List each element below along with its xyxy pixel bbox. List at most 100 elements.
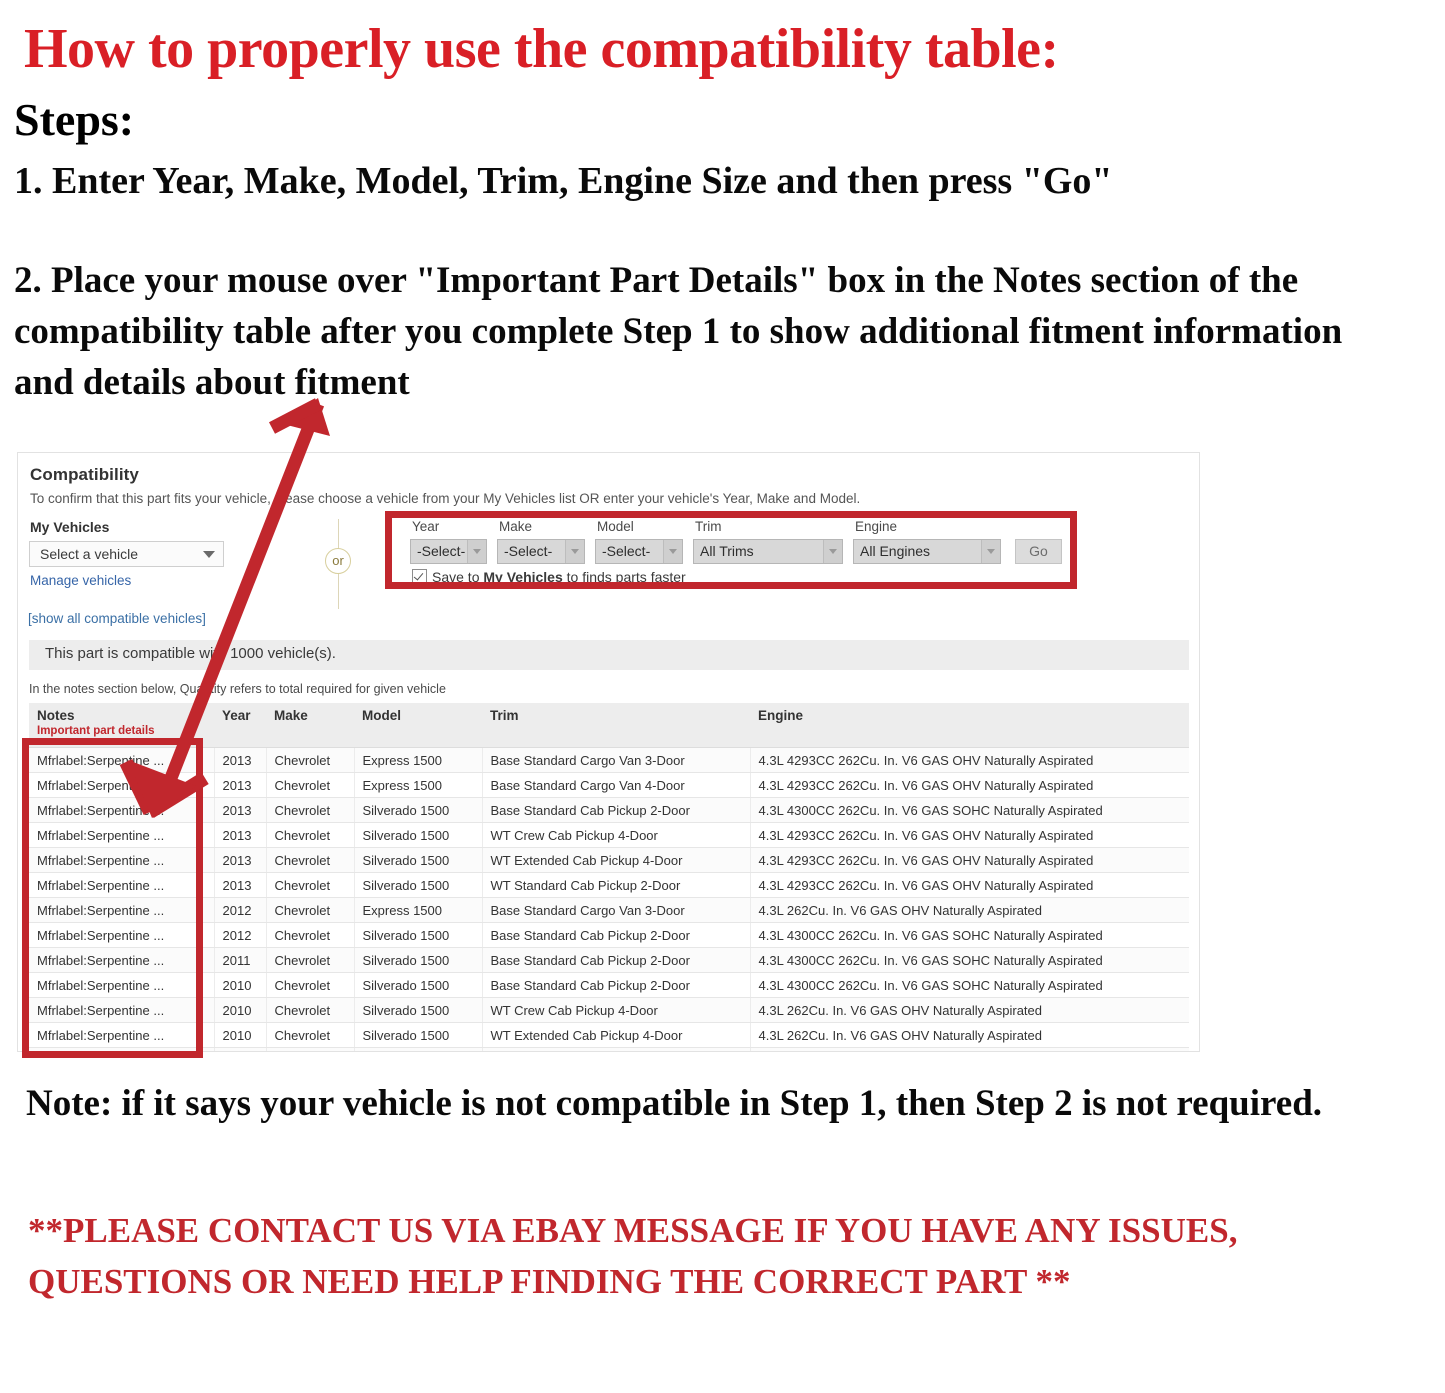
cell-model: Express 1500 bbox=[354, 747, 483, 773]
column-header-label: Notes bbox=[37, 708, 75, 723]
finder-select-year[interactable]: -Select- bbox=[410, 539, 487, 564]
cell-trim: Base Standard Cab Pickup 2-Door bbox=[482, 947, 751, 973]
chevron-down-icon bbox=[467, 540, 486, 563]
table-column-header-notes: Notes Important part details bbox=[29, 703, 214, 748]
cell-model: Silverado 1500 bbox=[354, 847, 483, 873]
cell-engine: 4.3L 4300CC 262Cu. In. V6 GAS SOHC Natur… bbox=[750, 922, 1189, 948]
cell-notes[interactable]: Mfrlabel:Serpentine ... bbox=[29, 1022, 215, 1048]
or-divider: or bbox=[321, 519, 357, 609]
finder-select-value-trim: All Trims bbox=[700, 543, 754, 559]
cell-year: 2013 bbox=[214, 747, 267, 773]
cell-notes[interactable]: Mfrlabel:Serpentine ... bbox=[29, 872, 215, 898]
cell-notes[interactable]: Mfrlabel:Serpentine ... bbox=[29, 822, 215, 848]
table-column-header-trim: Trim bbox=[482, 703, 750, 748]
manage-vehicles-link[interactable]: Manage vehicles bbox=[30, 573, 131, 588]
cell-year: 2012 bbox=[214, 922, 267, 948]
cell-engine: 4.3L 4293CC 262Cu. In. V6 GAS OHV Natura… bbox=[750, 872, 1189, 898]
table-bottom-mask bbox=[0, 1058, 1445, 1078]
column-header-label: Trim bbox=[490, 708, 519, 723]
vehicle-select[interactable]: Select a vehicle bbox=[29, 541, 224, 567]
go-button[interactable]: Go bbox=[1015, 539, 1062, 564]
cell-model: Silverado 1500 bbox=[354, 997, 483, 1023]
column-header-label: Make bbox=[274, 708, 308, 723]
finder-select-value-make: -Select- bbox=[504, 543, 553, 559]
table-header-row: Notes Important part details Year Make Model… bbox=[29, 703, 1189, 748]
column-header-label: Year bbox=[222, 708, 251, 723]
cell-year: 2013 bbox=[214, 797, 267, 823]
table-row: Mfrlabel:Serpentine ... 2012 Chevrolet Expr… bbox=[29, 897, 1189, 923]
finder-label-year: Year bbox=[412, 519, 440, 534]
step-one-text: 1. Enter Year, Make, Model, Trim, Engine… bbox=[14, 160, 1113, 202]
cell-notes[interactable]: Mfrlabel:Serpentine ... bbox=[29, 897, 215, 923]
save-to-my-vehicles-row[interactable]: Save to My Vehicles to finds parts faste… bbox=[412, 569, 686, 585]
cell-notes[interactable]: Mfrlabel:Serpentine ... bbox=[29, 1047, 215, 1051]
cell-engine: 4.3L 4293CC 262Cu. In. V6 GAS OHV Natura… bbox=[750, 847, 1189, 873]
cell-year: 2010 bbox=[214, 997, 267, 1023]
table-row: Mfrlabel:Serpentine ... 2013 Chevrolet Silv… bbox=[29, 822, 1189, 848]
cell-model: Silverado 1500 bbox=[354, 947, 483, 973]
cell-engine: 4.3L 262Cu. In. V6 GAS OHV Naturally Asp… bbox=[750, 1022, 1189, 1048]
finder-select-make[interactable]: -Select- bbox=[497, 539, 585, 564]
table-header: Notes Important part details Year Make Model… bbox=[29, 703, 1189, 748]
chevron-down-icon bbox=[823, 540, 842, 563]
cell-year: 2013 bbox=[214, 822, 267, 848]
table-row: Mfrlabel:Serpentine ...2010ChevroletSilv… bbox=[29, 997, 1189, 1023]
finder-select-engine[interactable]: All Engines bbox=[853, 539, 1001, 564]
chevron-down-icon bbox=[203, 551, 215, 558]
cell-model: Express 1500 bbox=[354, 897, 483, 923]
cell-notes[interactable]: Mfrlabel:Serpentine ... bbox=[29, 972, 215, 998]
compatibility-subtitle: To confirm that this part fits your vehi… bbox=[30, 491, 861, 506]
cell-make: Chevrolet bbox=[266, 847, 355, 873]
cell-model: Silverado 1500 bbox=[354, 1047, 483, 1051]
chevron-down-icon bbox=[565, 540, 584, 563]
cell-year: 2013 bbox=[214, 847, 267, 873]
cell-notes[interactable]: Mfrlabel:Serpentine ... bbox=[29, 947, 215, 973]
cell-engine: 4.3L 262Cu. In. V6 GAS OHV Naturally Asp… bbox=[750, 897, 1189, 923]
cell-trim: Base Standard Cargo Van 4-Door bbox=[482, 772, 751, 798]
cell-model: Silverado 1500 bbox=[354, 972, 483, 998]
finder-select-trim[interactable]: All Trims bbox=[693, 539, 843, 564]
column-header-label: Engine bbox=[758, 708, 804, 723]
cell-trim: Base Standard Cargo Van 3-Door bbox=[482, 897, 751, 923]
cell-engine: 4.3L 262Cu. In. V6 GAS OHV Naturally Asp… bbox=[750, 997, 1189, 1023]
cell-notes[interactable]: Mfrlabel:Serpentine ... bbox=[29, 797, 215, 823]
cell-year: 2012 bbox=[214, 897, 267, 923]
cell-trim: Base Standard Cab Pickup 2-Door bbox=[482, 922, 751, 948]
cell-notes[interactable]: Mfrlabel:Serpentine ... bbox=[29, 747, 215, 773]
page-title: How to properly use the compatibility ta… bbox=[24, 18, 1059, 80]
compatible-count-banner: This part is compatible with 1000 vehicl… bbox=[29, 640, 1189, 670]
cell-make: Chevrolet bbox=[266, 822, 355, 848]
chevron-down-icon bbox=[663, 540, 682, 563]
cell-engine: 4.3L 4300CC 262Cu. In. V6 GAS SOHC Natur… bbox=[750, 947, 1189, 973]
cell-model: Silverado 1500 bbox=[354, 922, 483, 948]
cell-engine: 4.3L 4300CC 262Cu. In. V6 GAS SOHC Natur… bbox=[750, 797, 1189, 823]
save-vehicle-checkbox[interactable] bbox=[412, 569, 427, 584]
important-part-details-label[interactable]: Important part details bbox=[37, 725, 214, 737]
show-all-compatible-vehicles-link[interactable]: [show all compatible vehicles] bbox=[28, 611, 206, 626]
cell-notes[interactable]: Mfrlabel:Serpentine ... bbox=[29, 772, 215, 798]
footer-contact-message: **PLEASE CONTACT US VIA EBAY MESSAGE IF … bbox=[28, 1211, 1238, 1301]
cell-notes[interactable]: Mfrlabel:Serpentine ... bbox=[29, 847, 215, 873]
cell-trim: Base Standard Cargo Van 3-Door bbox=[482, 747, 751, 773]
compatibility-table: Notes Important part details Year Make Model… bbox=[29, 703, 1189, 1051]
cell-trim: WT Extended Cab Pickup 4-Door bbox=[482, 1022, 751, 1048]
table-row: Mfrlabel:Serpentine ...2010ChevroletSilv… bbox=[29, 972, 1189, 998]
cell-make: Chevrolet bbox=[266, 922, 355, 948]
cell-make: Chevrolet bbox=[266, 972, 355, 998]
finder-select-model[interactable]: -Select- bbox=[595, 539, 683, 564]
cell-trim: WT Standard Cab Pickup 2-Door bbox=[482, 1047, 751, 1051]
save-prefix-text: Save to bbox=[432, 569, 484, 585]
finder-select-value-year: -Select- bbox=[417, 543, 466, 559]
cell-make: Chevrolet bbox=[266, 947, 355, 973]
table-row: Mfrlabel:Serpentine ... 2012 Chevrolet Silv… bbox=[29, 922, 1189, 948]
table-row: Mfrlabel:Serpentine ... 2013 Chevrolet Silv… bbox=[29, 872, 1189, 898]
table-row: Mfrlabel:Serpentine ... 2013 Chevrolet Silv… bbox=[29, 847, 1189, 873]
vehicle-select-value: Select a vehicle bbox=[40, 546, 139, 562]
cell-model: Silverado 1500 bbox=[354, 872, 483, 898]
cell-notes[interactable]: Mfrlabel:Serpentine ... bbox=[29, 922, 215, 948]
go-button-label: Go bbox=[1029, 543, 1048, 559]
cell-model: Silverado 1500 bbox=[354, 797, 483, 823]
save-suffix-text: to finds parts faster bbox=[562, 569, 686, 585]
cell-notes[interactable]: Mfrlabel:Serpentine ... bbox=[29, 997, 215, 1023]
cell-model: Express 1500 bbox=[354, 772, 483, 798]
